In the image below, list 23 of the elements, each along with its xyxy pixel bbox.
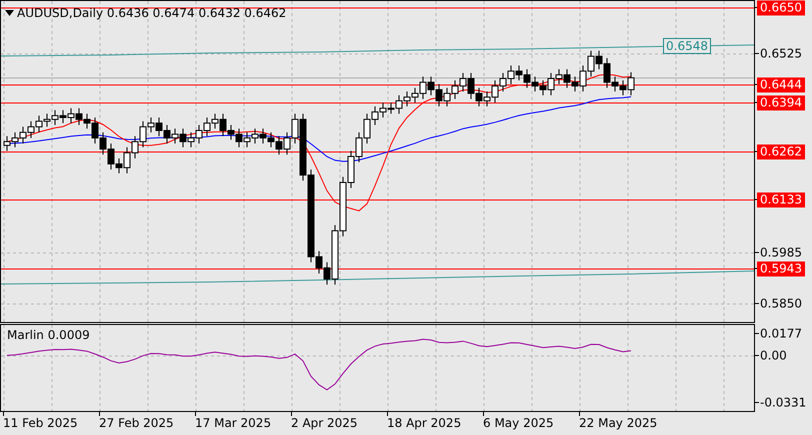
date-axis-label: 27 Feb 2025 (99, 416, 174, 430)
chart-title: AUDUSD,Daily 0.6436 0.6474 0.6432 0.6462 (17, 6, 286, 20)
channel-price-label: 0.6548 (663, 38, 711, 54)
price-axis-label: 0.6525 (759, 46, 803, 62)
date-axis-label: 22 May 2025 (579, 416, 658, 430)
date-axis-label: 6 May 2025 (483, 416, 554, 430)
price-level-label: 0.6262 (757, 144, 805, 160)
price-level-label: 0.6444 (757, 78, 805, 92)
indicator-label: Marlin 0.0009 (7, 328, 90, 342)
price-level-label: 0.5943 (757, 262, 805, 276)
indicator-axis-label: -0.0331 (759, 396, 808, 410)
price-axis-label: 0.5985 (759, 246, 803, 260)
price-axis-label: 0.5850 (759, 296, 803, 312)
date-axis-label: 17 Mar 2025 (195, 416, 272, 430)
dropdown-triangle-icon[interactable] (5, 10, 14, 16)
indicator-axis-label: 0.0177 (759, 326, 803, 342)
price-level-label: 0.6394 (757, 96, 805, 110)
price-level-label: 0.6133 (757, 192, 805, 208)
date-axis-label: 2 Apr 2025 (291, 416, 358, 430)
price-level-label: 0.6650 (757, 0, 805, 16)
date-axis-label: 18 Apr 2025 (387, 416, 462, 430)
date-axis-label: 11 Feb 2025 (3, 416, 78, 430)
indicator-axis-label: 0.00 (759, 348, 788, 364)
